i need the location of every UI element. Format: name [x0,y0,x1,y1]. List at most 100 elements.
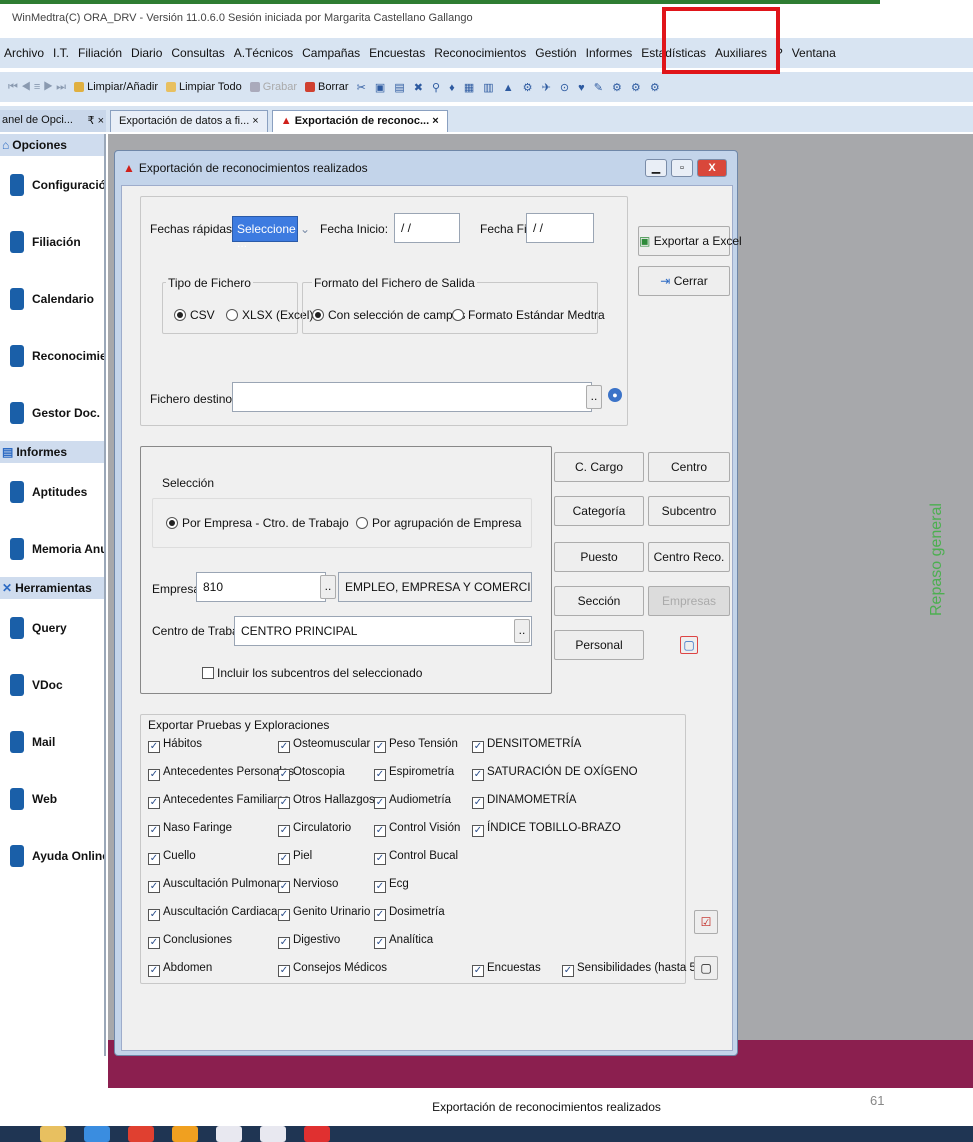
prueba-checkbox[interactable]: ✓ Audiometría [374,794,451,809]
menu-filiacion[interactable]: Filiación [78,46,122,60]
browse-button[interactable]: .. [586,385,602,409]
centro-input[interactable]: CENTRO PRINCIPAL [234,616,532,646]
prueba-checkbox[interactable]: ✓ Piel [278,850,312,865]
tipo-csv-radio[interactable]: CSV [174,308,215,322]
fichero-destino-input[interactable] [232,382,592,412]
check-all-button[interactable]: ☑ [694,910,718,934]
fecha-fin-input[interactable]: / / [526,213,594,243]
cerrar-button[interactable]: ⇥ Cerrar [638,266,730,296]
prueba-checkbox[interactable]: ✓ DENSITOMETRÍA [472,738,581,753]
sidebar-item-memoria[interactable]: Memoria Anual [0,520,104,577]
sidebar-item-ayuda[interactable]: Ayuda Online [0,827,104,884]
menu-reconocimientos[interactable]: Reconocimientos [434,46,526,60]
prueba-checkbox[interactable]: ✓ Naso Faringe [148,822,232,837]
sidebar-item-reconocimientos[interactable]: Reconocimientos [0,327,104,384]
tab-exportacion-reconocimientos[interactable]: ▲ Exportación de reconoc... × [271,110,448,132]
prueba-checkbox[interactable]: ✓ Cuello [148,850,196,865]
medtra-icon[interactable] [304,1126,330,1142]
sidebar-item-gestor-doc[interactable]: Gestor Doc. [0,384,104,441]
prueba-checkbox[interactable]: ✓ Analítica [374,934,433,949]
limpiar-todo-button[interactable]: Limpiar Todo [166,81,242,93]
sidebar-item-web[interactable]: Web [0,770,104,827]
prueba-checkbox[interactable]: ✓ Genito Urinario [278,906,370,921]
section-opciones[interactable]: ⌂ Opciones [0,134,104,156]
section-informes[interactable]: ▤ Informes [0,441,104,463]
prueba-checkbox[interactable]: ✓ Antecedentes Personales [148,766,294,781]
prueba-checkbox[interactable]: ✓ Auscultación Cardiaca [148,906,277,921]
prueba-checkbox[interactable]: ✓ Peso Tensión [374,738,458,753]
puesto-button[interactable]: Puesto [554,542,644,572]
chevron-down-icon[interactable]: ⌄ [300,222,310,236]
prueba-checkbox[interactable]: ✓ Circulatorio [278,822,351,837]
empresas-button[interactable]: Empresas [648,586,730,616]
prueba-checkbox[interactable]: ✓ Conclusiones [148,934,232,949]
prueba-checkbox[interactable]: ✓ Control Visión [374,822,460,837]
encuestas-checkbox[interactable]: ✓ Encuestas [472,962,541,977]
empresa-browse-button[interactable]: .. [320,575,336,599]
toggle-square-button[interactable]: ▢ [680,636,698,654]
centro-reco-button[interactable]: Centro Reco. [648,542,730,572]
borrar-button[interactable]: Borrar [305,81,349,93]
app-icon[interactable] [172,1126,198,1142]
toolbar-icons[interactable]: ✂ ▣ ▤ ✖ ⚲ ♦ ▦ ▥ ▲ ⚙ ✈ ⊙ ♥ ✎ ⚙ ⚙ ⚙ [357,81,663,94]
sidebar-item-query[interactable]: Query [0,599,104,656]
prueba-checkbox[interactable]: ✓ Hábitos [148,738,202,753]
prueba-checkbox[interactable]: ✓ Consejos Médicos [278,962,387,977]
por-agrupacion-radio[interactable]: Por agrupación de Empresa [356,516,521,530]
chrome-icon[interactable] [128,1126,154,1142]
close-button[interactable]: X [697,159,727,177]
prueba-checkbox[interactable]: ✓ Antecedentes Familiares [148,794,290,809]
maximize-button[interactable]: ▫ [671,159,693,177]
menu-ventana[interactable]: Ventana [792,46,836,60]
c-cargo-button[interactable]: C. Cargo [554,452,644,482]
prueba-checkbox[interactable]: ✓ Otros Hallazgos [278,794,375,809]
fechas-rapidas-select[interactable]: Seleccione ... [232,216,298,250]
seccion-button[interactable]: Sección [554,586,644,616]
document-icon[interactable] [216,1126,242,1142]
sidebar-item-filiacion[interactable]: Filiación [0,213,104,270]
sidebar-item-vdoc[interactable]: VDoc [0,656,104,713]
prueba-checkbox[interactable]: ✓ Otoscopia [278,766,345,781]
sensibilidades-checkbox[interactable]: ✓ Sensibilidades (hasta 5) [562,962,700,977]
fecha-inicio-input[interactable]: / / [394,213,460,243]
tab-exportacion-datos[interactable]: Exportación de datos a fi... × [110,110,268,132]
menu-encuestas[interactable]: Encuestas [369,46,425,60]
centro-button[interactable]: Centro [648,452,730,482]
prueba-checkbox[interactable]: ✓ Control Bucal [374,850,458,865]
menu-campanas[interactable]: Campañas [302,46,360,60]
prueba-checkbox[interactable]: ✓ Ecg [374,878,409,893]
prueba-checkbox[interactable]: ✓ DINAMOMETRÍA [472,794,576,809]
prueba-checkbox[interactable]: ✓ ÍNDICE TOBILLO-BRAZO [472,822,621,837]
browser-icon[interactable] [84,1126,110,1142]
prueba-checkbox[interactable]: ✓ Nervioso [278,878,338,893]
tipo-xlsx-radio[interactable]: XLSX (Excel) [226,308,313,322]
empresa-code-input[interactable]: 810 [196,572,326,602]
grabar-button[interactable]: Grabar [249,81,297,93]
subcentro-button[interactable]: Subcentro [648,496,730,526]
prueba-checkbox[interactable]: ✓ SATURACIÓN DE OXÍGENO [472,766,638,781]
folder-icon[interactable] [40,1126,66,1142]
menu-diario[interactable]: Diario [131,46,162,60]
formato-estandar-radio[interactable]: Formato Estándar Medtra [452,308,605,322]
document-icon[interactable] [260,1126,286,1142]
sidebar-item-configuracion[interactable]: Configuración [0,156,104,213]
menu-archivo[interactable]: Archivo [4,46,44,60]
menu-it[interactable]: I.T. [53,46,69,60]
prueba-checkbox[interactable]: ✓ Dosimetría [374,906,445,921]
sidebar-item-aptitudes[interactable]: Aptitudes [0,463,104,520]
incluir-subcentros-checkbox[interactable]: Incluir los subcentros del seleccionado [202,666,422,680]
section-herramientas[interactable]: ✕ Herramientas [0,577,104,599]
uncheck-all-button[interactable]: ▢ [694,956,718,980]
prueba-checkbox[interactable]: ✓ Auscultación Pulmonar [148,878,281,893]
menu-atecnicos[interactable]: A.Técnicos [234,46,293,60]
prueba-checkbox[interactable]: ✓ Espirometría [374,766,454,781]
por-empresa-radio[interactable]: Por Empresa - Ctro. de Trabajo [166,516,349,530]
sidebar-item-calendario[interactable]: Calendario [0,270,104,327]
limpiar-anadir-button[interactable]: Limpiar/Añadir [74,81,158,93]
menu-informes[interactable]: Informes [586,46,633,60]
prueba-checkbox[interactable]: ✓ Abdomen [148,962,212,977]
minimize-button[interactable]: ▁ [645,159,667,177]
prueba-checkbox[interactable]: ✓ Digestivo [278,934,340,949]
exportar-excel-button[interactable]: ▣ Exportar a Excel [638,226,742,256]
sidebar-item-mail[interactable]: Mail [0,713,104,770]
